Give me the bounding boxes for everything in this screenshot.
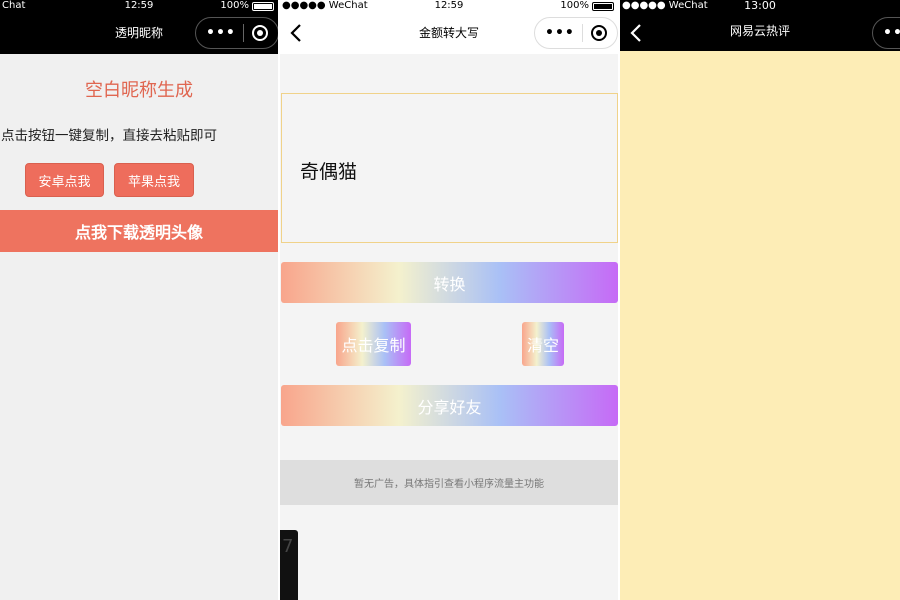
status-bar: Chat 12:59 100%	[0, 0, 278, 12]
capsule-divider	[243, 24, 245, 42]
nav-bar: 网易云热评 •••	[620, 12, 900, 51]
nav-bar: 透明昵称 •••	[0, 12, 278, 54]
battery-percent: 100%	[220, 0, 249, 11]
floating-tab[interactable]: 7	[280, 530, 298, 600]
status-time: 13:00	[744, 0, 776, 12]
page-title: 网易云热评	[729, 24, 790, 38]
status-bar: ●●●●● WeChat 12:59 100%	[280, 0, 618, 12]
mini-program-capsule[interactable]: •••	[534, 17, 618, 49]
download-avatar-button[interactable]: 点我下载透明头像	[0, 210, 278, 252]
apple-button[interactable]: 苹果点我	[114, 163, 194, 197]
capsule-divider	[582, 24, 584, 42]
copy-hint-text: 点击按钮一键复制，直接去粘贴即可	[1, 128, 217, 144]
mini-program-capsule[interactable]: •••	[195, 17, 278, 49]
more-icon[interactable]: •••	[545, 26, 575, 40]
netease-hot-comments-screen: ●●●●● WeChat 13:00 网易云热评 •••	[620, 0, 900, 600]
amount-input[interactable]: 奇偶猫	[281, 93, 618, 243]
generator-heading: 空白昵称生成	[85, 80, 193, 101]
nav-bar: 金额转大写 •••	[280, 12, 618, 54]
more-icon[interactable]: •••	[883, 26, 900, 40]
ad-placeholder: 暂无广告，具体指引查看小程序流量主功能	[280, 460, 618, 505]
battery-icon	[252, 1, 274, 11]
status-bar: ●●●●● WeChat 13:00	[620, 0, 900, 12]
input-value: 奇偶猫	[300, 161, 358, 183]
convert-button[interactable]: 转换	[281, 262, 618, 303]
close-target-icon[interactable]	[251, 25, 268, 41]
battery-percent: 100%	[560, 0, 589, 11]
share-button[interactable]: 分享好友	[281, 385, 618, 426]
android-button[interactable]: 安卓点我	[25, 163, 104, 197]
more-icon[interactable]: •••	[206, 26, 236, 40]
mini-program-capsule[interactable]: •••	[872, 17, 900, 49]
copy-button[interactable]: 点击复制	[336, 322, 411, 366]
battery-icon	[592, 1, 614, 11]
transparent-nickname-screen: Chat 12:59 100% 透明昵称 ••• 空白昵称生成 点击按钮一键复制…	[0, 0, 278, 600]
clear-button[interactable]: 清空	[522, 322, 564, 366]
close-target-icon[interactable]	[590, 25, 607, 41]
amount-to-uppercase-screen: ●●●●● WeChat 12:59 100% 金额转大写 ••• 奇偶猫 转换…	[280, 0, 618, 600]
